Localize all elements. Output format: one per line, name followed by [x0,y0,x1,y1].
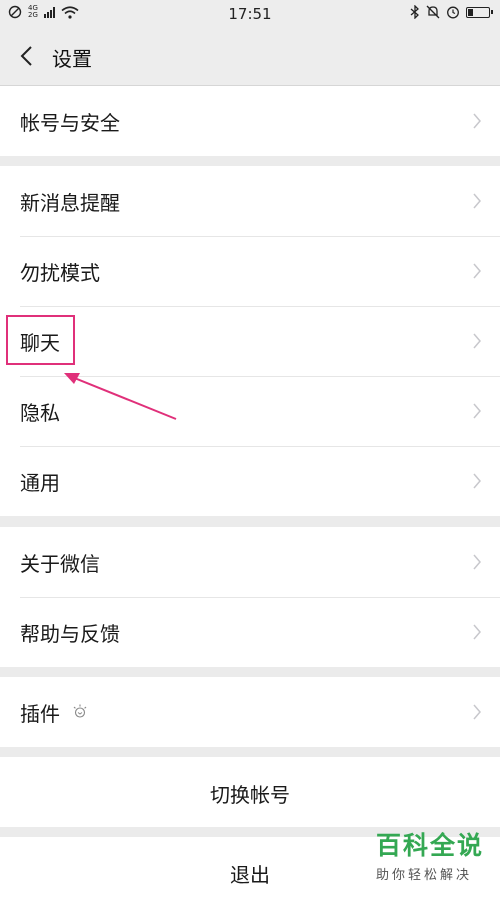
settings-item-label: 插件 [20,702,60,726]
settings-group-about: 关于微信 帮助与反馈 [0,527,500,667]
chevron-right-icon [473,263,481,279]
settings-item-plugins[interactable]: 插件 [0,677,500,747]
chevron-right-icon [473,554,481,570]
settings-item-about-wechat[interactable]: 关于微信 [0,527,500,597]
chevron-right-icon [473,333,481,349]
settings-item-label: 帐号与安全 [20,111,120,135]
settings-group-general: 新消息提醒 勿扰模式 聊天 隐私 通用 [0,166,500,516]
title-bar: 设置 [0,28,500,86]
watermark-title: 百科全说 [376,831,485,860]
settings-item-general[interactable]: 通用 [0,446,500,516]
chevron-right-icon [473,113,481,129]
lightbulb-icon [73,704,87,718]
alarm-off-icon [426,5,440,19]
status-bar: 4G 2G 17:51 [0,0,500,28]
settings-item-label: 关于微信 [20,552,100,576]
chevron-right-icon [473,704,481,720]
watermark-logo: 百科全说 助你轻松解决 [376,826,486,883]
clock-icon [447,6,459,19]
settings-item-label: 新消息提醒 [20,191,120,215]
settings-group-account: 帐号与安全 [0,86,500,156]
settings-item-notifications[interactable]: 新消息提醒 [0,166,500,236]
chevron-right-icon [473,193,481,209]
settings-item-label: 勿扰模式 [20,261,100,285]
settings-item-account-security[interactable]: 帐号与安全 [0,86,500,156]
settings-group-plugins: 插件 [0,677,500,747]
settings-item-do-not-disturb[interactable]: 勿扰模式 [0,236,500,306]
settings-item-label: 帮助与反馈 [20,622,120,646]
highlight-box [6,315,75,365]
switch-account-label: 切换帐号 [210,783,290,807]
chevron-right-icon [473,403,481,419]
settings-item-label: 通用 [20,471,60,495]
bluetooth-icon [410,5,419,19]
settings-item-help-feedback[interactable]: 帮助与反馈 [0,597,500,667]
status-right [410,5,493,19]
settings-item-chat[interactable]: 聊天 [0,306,500,376]
back-arrow-icon[interactable] [16,44,40,68]
chevron-right-icon [473,624,481,640]
chevron-right-icon [473,473,481,489]
page-title: 设置 [52,47,92,71]
watermark-subtitle: 助你轻松解决 [376,868,473,883]
settings-item-privacy[interactable]: 隐私 [0,376,500,446]
battery-icon [466,6,493,18]
settings-item-label: 隐私 [20,401,60,425]
switch-account-button[interactable]: 切换帐号 [0,757,500,827]
